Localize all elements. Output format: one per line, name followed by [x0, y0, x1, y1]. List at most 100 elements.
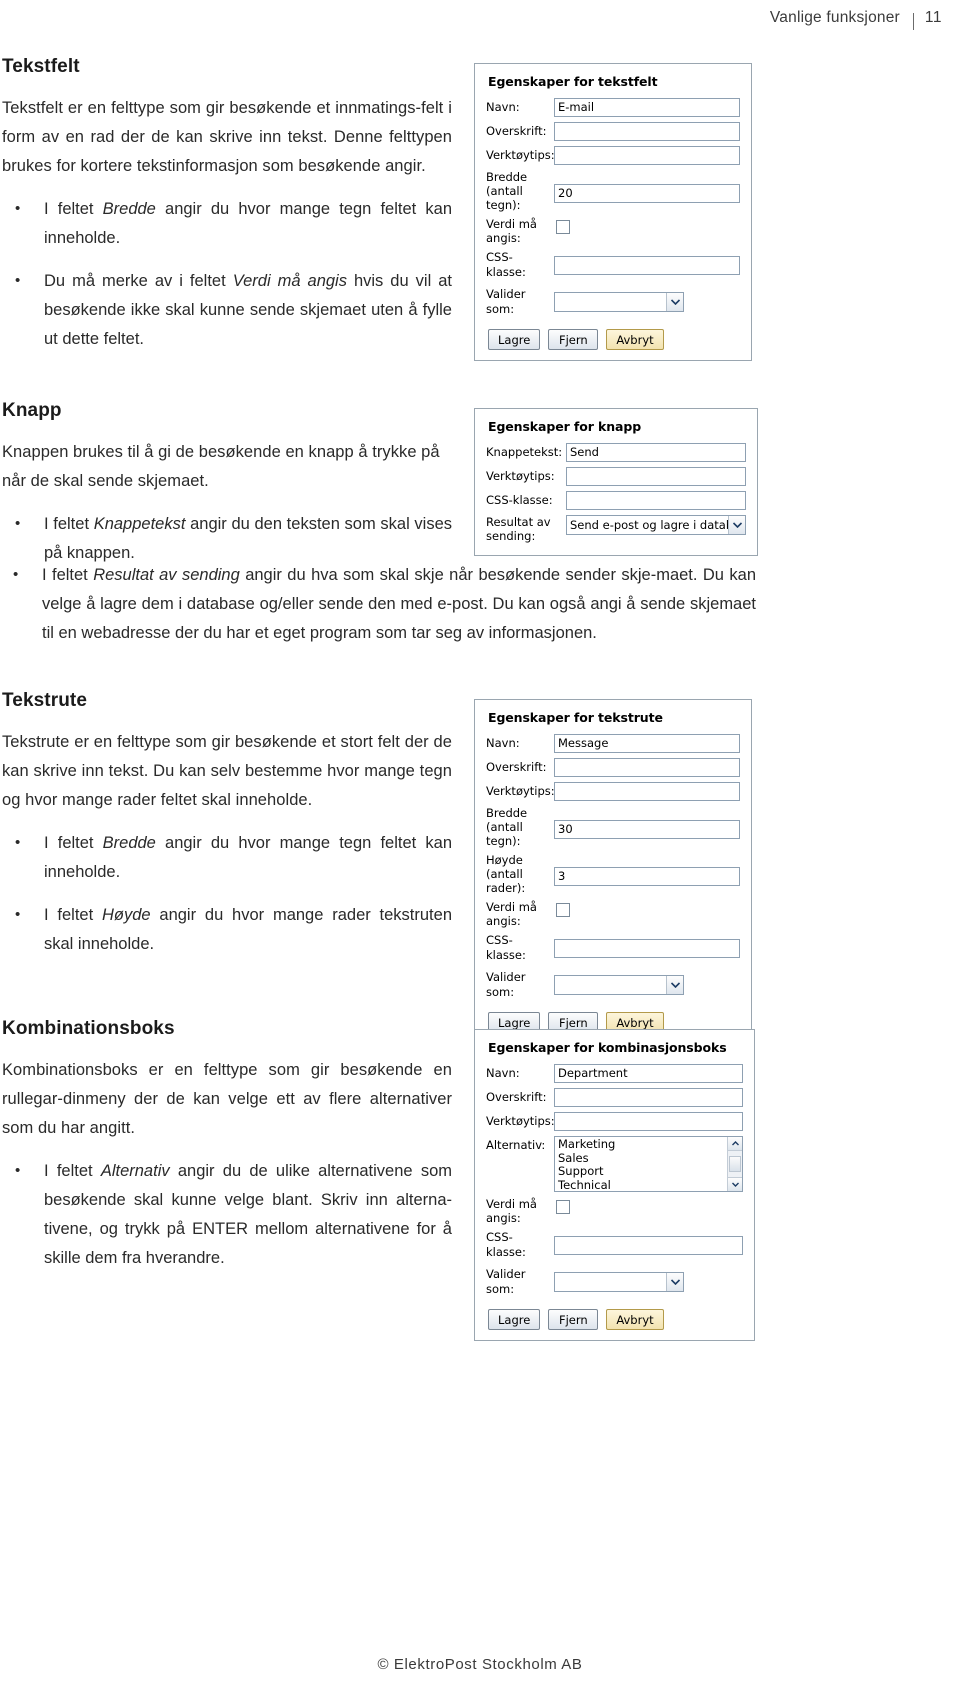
chevron-down-icon	[666, 293, 683, 311]
field-row-alternativ: Alternativ: Marketing Sales Support Tech…	[486, 1136, 743, 1192]
field-row-verktoytips: Verktøytips:	[486, 467, 746, 486]
field-label: CSS-klasse:	[486, 250, 526, 279]
section-tekstfelt-text: Tekstfelt Tekstfelt er en felttype som g…	[0, 56, 470, 368]
field-label: Valider som:	[486, 287, 526, 316]
verdi-ma-angis-checkbox[interactable]	[554, 217, 570, 237]
section-bullets-kombinasjonsboks: I feltet Alternativ angir du de ulike al…	[2, 1156, 452, 1273]
avbryt-button[interactable]: Avbryt	[606, 1309, 664, 1330]
dialog-title: Egenskaper for tekstfelt	[488, 74, 658, 89]
resultat-av-sending-select[interactable]: Send e-post og lagre i database	[566, 515, 746, 535]
dialog-kombinasjonsboks: Egenskaper for kombinasjonsboks Navn: De…	[474, 1029, 755, 1341]
verktoytips-input[interactable]	[554, 146, 740, 165]
overskrift-input[interactable]	[554, 1088, 743, 1107]
field-row-verktoytips: Verktøytips:	[486, 146, 740, 165]
listbox-items: Marketing Sales Support Technical	[555, 1137, 727, 1191]
list-item: Du må merke av i feltet Verdi må angis h…	[2, 266, 452, 354]
fjern-button[interactable]: Fjern	[548, 329, 599, 350]
lagre-button[interactable]: Lagre	[488, 1309, 541, 1330]
verktoytips-input[interactable]	[554, 782, 740, 801]
list-item[interactable]: Technical	[558, 1178, 727, 1191]
alternativ-listbox[interactable]: Marketing Sales Support Technical	[554, 1136, 743, 1192]
section-bullets-tekstfelt: I feltet Bredde angir du hvor mange tegn…	[2, 194, 452, 354]
field-label: Bredde (antall tegn):	[486, 170, 528, 212]
list-item: I feltet Bredde angir du hvor mange tegn…	[2, 194, 452, 253]
section-title-knapp: Knapp	[2, 400, 62, 421]
list-item: I feltet Alternativ angir du de ulike al…	[2, 1156, 452, 1273]
section-title-tekstrute: Tekstrute	[2, 690, 88, 711]
field-row-verdi-ma-angis: Verdi må angis:	[486, 1197, 743, 1225]
overskrift-input[interactable]	[554, 758, 740, 777]
overskrift-input[interactable]	[554, 122, 740, 141]
field-label: Navn:	[486, 100, 520, 114]
navn-input[interactable]: Message	[554, 734, 740, 753]
field-row-navn: Navn: Department	[486, 1064, 743, 1083]
header-divider	[912, 12, 914, 30]
section-tekstrute-text: Tekstrute Tekstrute er en felttype som g…	[0, 690, 470, 973]
field-label: Høyde (antall rader):	[486, 853, 526, 895]
bredde-input[interactable]: 30	[554, 820, 740, 839]
section-bullets-knapp: I feltet Knappetekst angir du den tekste…	[2, 509, 452, 568]
navn-input[interactable]: E-mail	[554, 98, 740, 117]
field-label: Valider som:	[486, 970, 526, 999]
scroll-up-icon[interactable]	[728, 1137, 742, 1151]
field-row-css-klasse: CSS-klasse:	[486, 933, 740, 963]
dialog-title: Egenskaper for kombinasjonsboks	[488, 1040, 727, 1055]
list-item[interactable]: Sales	[558, 1151, 727, 1166]
scrollbar-thumb[interactable]	[729, 1156, 741, 1172]
field-label: CSS-klasse:	[486, 933, 526, 962]
avbryt-button[interactable]: Avbryt	[606, 329, 664, 350]
lagre-button[interactable]: Lagre	[488, 329, 541, 350]
dialog-tekstrute: Egenskaper for tekstrute Navn: Message O…	[474, 699, 752, 1044]
section-intro-tekstfelt: Tekstfelt er en felttype som gir besøken…	[2, 99, 452, 175]
field-row-valider-som: Valider som:	[486, 970, 740, 1000]
field-row-verdi-ma-angis: Verdi må angis:	[486, 217, 740, 245]
knappetekst-input[interactable]: Send	[566, 443, 746, 462]
chevron-down-icon	[728, 516, 745, 534]
valider-som-select[interactable]	[554, 1272, 684, 1292]
field-label: Verktøytips:	[486, 784, 555, 798]
field-row-overskrift: Overskrift:	[486, 758, 740, 777]
scroll-down-icon[interactable]	[728, 1177, 742, 1191]
css-klasse-input[interactable]	[554, 1235, 743, 1255]
checkbox-icon	[556, 903, 570, 917]
section-knapp-wide-bullet: I feltet Resultat av sending angir du hv…	[0, 560, 762, 662]
section-title-kombinasjonsboks: Kombinationsboks	[2, 1018, 175, 1039]
bredde-input[interactable]: 20	[554, 184, 740, 203]
listbox-scrollbar[interactable]	[727, 1137, 742, 1191]
dialog-tekstfelt: Egenskaper for tekstfelt Navn: E-mail Ov…	[474, 63, 752, 361]
field-row-css-klasse: CSS-klasse:	[486, 1230, 743, 1260]
field-label: Verdi må angis:	[486, 217, 537, 245]
field-label: Verktøytips:	[486, 1114, 555, 1128]
hoyde-input[interactable]: 3	[554, 867, 740, 886]
css-klasse-input[interactable]	[554, 938, 740, 958]
field-row-bredde: Bredde (antall tegn): 30	[486, 806, 740, 848]
field-label: CSS-klasse:	[486, 493, 553, 507]
valider-som-select[interactable]	[554, 975, 684, 995]
dialog-knapp: Egenskaper for knapp Knappetekst: Send V…	[474, 408, 758, 556]
field-label: Navn:	[486, 736, 520, 750]
field-row-css-klasse: CSS-klasse:	[486, 250, 740, 280]
verdi-ma-angis-checkbox[interactable]	[554, 900, 570, 920]
field-row-navn: Navn: Message	[486, 734, 740, 753]
fjern-button[interactable]: Fjern	[548, 1309, 599, 1330]
css-klasse-input[interactable]	[566, 491, 746, 510]
field-label: Overskrift:	[486, 760, 547, 774]
verktoytips-input[interactable]	[566, 467, 746, 486]
verdi-ma-angis-checkbox[interactable]	[554, 1197, 570, 1217]
section-intro-kombinasjonsboks: Kombinationsboks er en felttype som gir …	[2, 1061, 452, 1137]
css-klasse-input[interactable]	[554, 255, 740, 275]
list-item: I feltet Bredde angir du hvor mange tegn…	[2, 828, 452, 887]
field-row-valider-som: Valider som:	[486, 287, 740, 317]
verktoytips-input[interactable]	[554, 1112, 743, 1131]
valider-som-select[interactable]	[554, 292, 684, 312]
section-bullets-tekstrute: I feltet Bredde angir du hvor mange tegn…	[2, 828, 452, 959]
field-row-resultat-av-sending: Resultat av sending: Send e-post og lagr…	[486, 515, 746, 543]
scrollbar-track[interactable]	[728, 1151, 742, 1155]
dialog-title: Egenskaper for knapp	[488, 419, 642, 434]
page-header-title: Vanlige funksjoner	[769, 9, 900, 26]
field-row-knappetekst: Knappetekst: Send	[486, 443, 746, 462]
navn-input[interactable]: Department	[554, 1064, 743, 1083]
field-label: Verdi må angis:	[486, 900, 537, 928]
list-item[interactable]: Marketing	[558, 1137, 727, 1152]
list-item[interactable]: Support	[558, 1164, 727, 1179]
